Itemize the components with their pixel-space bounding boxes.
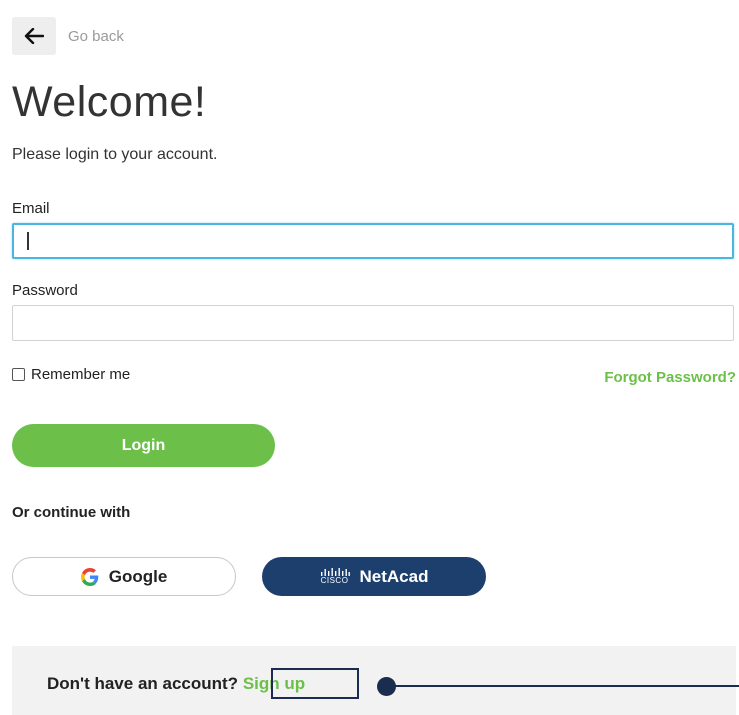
arrow-left-icon	[24, 28, 44, 44]
cisco-logo-icon: CISCO	[320, 568, 350, 585]
google-login-button[interactable]: Google	[12, 557, 236, 596]
password-field[interactable]	[12, 305, 734, 341]
signup-prompt-text: Don't have an account?	[47, 674, 239, 693]
cisco-wordmark: CISCO	[320, 576, 349, 585]
email-label: Email	[12, 200, 50, 217]
back-button[interactable]	[12, 17, 56, 55]
netacad-login-button[interactable]: CISCO NetAcad	[262, 557, 486, 596]
back-navigation: Go back	[12, 17, 124, 55]
text-caret	[27, 232, 29, 250]
continue-with-label: Or continue with	[12, 504, 131, 521]
email-field[interactable]	[12, 223, 734, 259]
page-subtitle: Please login to your account.	[12, 146, 218, 163]
google-icon	[80, 567, 99, 586]
forgot-password-link[interactable]: Forgot Password?	[604, 369, 736, 386]
signup-prompt: Don't have an account? Sign up	[47, 674, 305, 694]
remember-me: Remember me	[12, 366, 130, 383]
remember-me-checkbox[interactable]	[12, 368, 25, 381]
back-link[interactable]: Go back	[68, 28, 124, 45]
netacad-label: NetAcad	[359, 566, 429, 586]
login-button[interactable]: Login	[12, 424, 275, 467]
callout-dot	[377, 677, 396, 696]
remember-me-label[interactable]: Remember me	[31, 366, 130, 383]
page-title: Welcome!	[12, 78, 207, 126]
google-label: Google	[108, 566, 168, 586]
password-label: Password	[12, 282, 78, 299]
callout-line	[394, 685, 739, 687]
signup-highlight-box	[271, 668, 359, 699]
